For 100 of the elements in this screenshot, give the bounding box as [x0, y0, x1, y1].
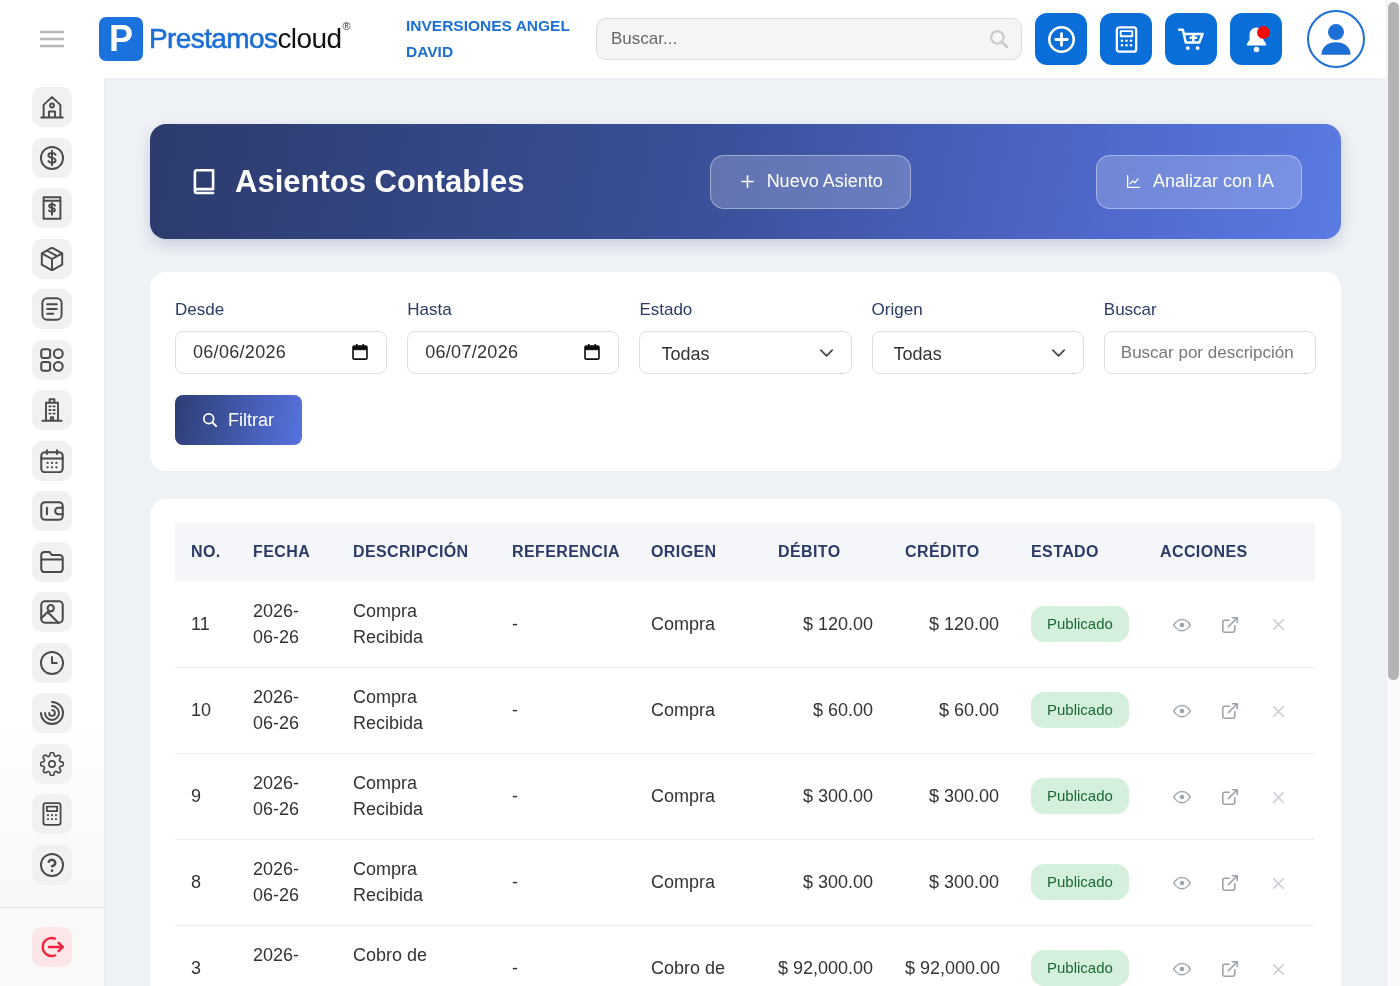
external-link-icon — [1222, 875, 1238, 892]
line-chart-icon — [1126, 175, 1140, 188]
date-field[interactable]: 06/06/2026 — [175, 331, 388, 374]
table-cell: Compra — [635, 839, 762, 925]
dollar-coin-icon — [40, 145, 64, 170]
plus-icon — [740, 175, 754, 188]
status-badge: Publicado — [1031, 605, 1129, 642]
table-cell: $ 300.00 — [762, 753, 889, 839]
search-icon — [990, 30, 1008, 48]
folder-icon — [40, 549, 64, 574]
table-cell: $ 60.00 — [762, 667, 889, 753]
close-icon — [1272, 619, 1284, 631]
search-field[interactable]: Buscar por descripción — [1103, 331, 1316, 374]
status-badge: Publicado — [1031, 864, 1129, 900]
table-cell: Cobro de — [635, 925, 762, 986]
table-cell: $ 120.00 — [889, 581, 1015, 667]
table-cell: 2026- — [237, 925, 337, 986]
sidebar-button[interactable] — [32, 188, 72, 228]
eye-icon — [1173, 962, 1191, 977]
new-entry-button[interactable]: Nuevo Asiento — [709, 154, 911, 209]
eye-icon — [1173, 617, 1191, 632]
table-cell: - — [496, 925, 635, 986]
status-badge: Publicado — [1031, 692, 1129, 728]
clock-icon — [40, 650, 64, 675]
status-badge: Publicado — [1031, 950, 1129, 986]
table-cell: Compra — [635, 753, 762, 839]
field-label: Buscar — [1103, 300, 1158, 320]
date-field[interactable]: 06/07/2026 — [407, 331, 620, 374]
table-cell: Compra — [635, 581, 762, 667]
table-cell: 3 — [175, 925, 237, 986]
sidebar-button[interactable] — [32, 844, 72, 885]
table-cell: $ 300.00 — [889, 753, 1015, 839]
sidebar-button[interactable] — [32, 137, 72, 178]
table-cell: - — [496, 667, 635, 753]
sidebar-button[interactable] — [32, 541, 72, 582]
field-label: Hasta — [407, 300, 453, 320]
house-icon — [40, 95, 64, 119]
calculator-button[interactable] — [1100, 13, 1152, 65]
notifications-button[interactable] — [1230, 13, 1282, 65]
column-header: ORIGEN — [635, 523, 762, 581]
table-cell: 2026-06-26 — [237, 581, 337, 667]
table-cell: Compra Recibida — [337, 839, 496, 925]
sidebar-button[interactable] — [32, 794, 72, 834]
sidebar-button[interactable] — [32, 339, 72, 380]
external-link-icon — [1222, 616, 1238, 633]
close-icon — [1272, 877, 1284, 889]
user-icon — [1320, 23, 1352, 55]
sidebar-button[interactable] — [32, 289, 72, 329]
cart-button[interactable] — [1165, 13, 1217, 65]
calendar-icon — [352, 344, 369, 360]
sidebar-button[interactable] — [32, 743, 72, 784]
search-field[interactable]: Buscar... — [596, 18, 1022, 60]
column-header: ACCIONES — [1144, 523, 1315, 581]
profile-button[interactable] — [1307, 10, 1365, 68]
grid-icon — [40, 347, 64, 372]
eye-icon — [1173, 876, 1191, 891]
chevron-down-icon — [819, 348, 833, 357]
wallet-icon — [40, 499, 64, 523]
eye-icon — [1173, 790, 1191, 805]
help-icon — [40, 852, 64, 877]
close-icon — [1272, 963, 1284, 975]
logout-button[interactable] — [32, 927, 72, 967]
settings-icon — [40, 751, 64, 776]
building-icon — [40, 398, 64, 422]
sidebar-button[interactable] — [32, 238, 72, 279]
column-header: REFERENCIA — [496, 523, 635, 581]
table-cell: 8 — [175, 839, 237, 925]
menu-icon — [40, 30, 64, 48]
add-button[interactable] — [1035, 13, 1087, 65]
sidebar-button[interactable] — [32, 693, 72, 733]
table-cell: $ 300.00 — [889, 839, 1015, 925]
sidebar-button[interactable] — [32, 491, 72, 531]
document-icon — [40, 297, 64, 321]
table-cell: - — [496, 581, 635, 667]
sidebar-button[interactable] — [32, 592, 72, 632]
chevron-down-icon — [1051, 348, 1065, 357]
table-cell: 10 — [175, 667, 237, 753]
sidebar-button[interactable] — [32, 87, 72, 127]
table-cell: Compra Recibida — [337, 667, 496, 753]
table-cell: $ 60.00 — [889, 667, 1015, 753]
column-header: FECHA — [237, 523, 337, 581]
calendar-icon — [40, 448, 64, 473]
table-cell: Cobro de — [337, 925, 496, 986]
select-field[interactable]: Todas — [871, 331, 1084, 374]
calculator-icon — [40, 802, 64, 826]
brand-name: Prestamoscloud$^{®}$ — [149, 22, 350, 56]
logo-mark: P — [99, 17, 143, 61]
column-header: CRÉDITO — [889, 523, 1015, 581]
sidebar-button[interactable] — [32, 390, 72, 430]
filter-button[interactable]: Filtrar — [175, 395, 302, 445]
sidebar-button[interactable] — [32, 440, 72, 481]
column-header: ESTADO — [1015, 523, 1144, 581]
table-cell: Compra Recibida — [337, 581, 496, 667]
sidebar-button[interactable] — [32, 642, 72, 683]
logout-icon — [40, 935, 64, 959]
table-cell: 9 — [175, 753, 237, 839]
scrollbar-thumb[interactable] — [1388, 2, 1399, 680]
select-field[interactable]: Todas — [639, 331, 852, 374]
column-header: DESCRIPCIÓN — [337, 523, 496, 581]
plus-circle-icon — [1047, 25, 1075, 53]
